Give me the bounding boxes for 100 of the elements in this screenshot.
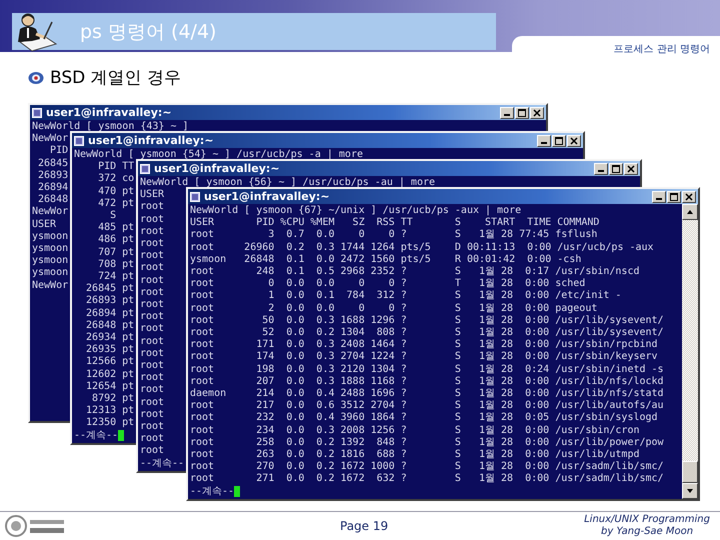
down-arrow-icon <box>686 488 694 494</box>
maximize-button[interactable] <box>667 190 681 202</box>
credit-text: by Yang-Sae Moon <box>601 526 694 538</box>
maximize-icon <box>670 192 678 200</box>
terminal-line: root <box>140 323 164 336</box>
terminal-line: USER <box>32 218 56 231</box>
maximize-button[interactable] <box>609 162 623 174</box>
terminal-line: root <box>140 396 164 409</box>
terminal-line: root 52 0.0 0.2 1304 808 ? S 1월 28 0:00 /usr/lib/sysevent/ <box>190 327 664 339</box>
terminal-line: 26935 pt <box>85 344 134 356</box>
terminal-line: root <box>140 421 164 434</box>
terminal-line: ysmoon <box>32 267 68 280</box>
terminal-line: NewWor <box>32 206 68 219</box>
minimize-icon <box>541 142 547 144</box>
terminal-line: root <box>140 445 164 458</box>
terminal-line: NewWorld [ ysmoon {43} ~ ] <box>32 121 189 134</box>
terminal-line: ysmoon <box>32 243 68 256</box>
minimize-button[interactable] <box>500 106 514 118</box>
more-prompt: --계속-- <box>190 486 234 498</box>
maximize-icon <box>612 164 620 172</box>
more-prompt: --계속-- <box>140 458 184 470</box>
window-title: user1@infravalley:~ <box>88 134 214 147</box>
terminal-line: daemon 214 0.0 0.4 2488 1696 ? S 1월 28 0:00 /usr/lib/nfs/statd <box>190 388 664 400</box>
terminal-line: 26848 <box>37 194 68 206</box>
terminal-line: NewWor <box>32 133 68 146</box>
close-button[interactable] <box>567 134 581 146</box>
terminal-line: 470 pt <box>97 186 134 198</box>
maximize-button[interactable] <box>552 134 566 146</box>
terminal-line: USER PID %CPU %MEM SZ RSS TT S START TIME COMMAND <box>190 217 600 229</box>
credit-text: Linux/UNIX Programming <box>584 514 710 526</box>
scroll-up-button[interactable] <box>682 204 698 220</box>
window-title: user1@infravalley:~ <box>46 106 172 119</box>
terminal-line: 26893 <box>37 170 68 182</box>
terminal-icon <box>140 164 150 174</box>
terminal-line: root 2 0.0 0.0 0 0 ? S 1월 28 0:00 pageout <box>190 302 598 315</box>
terminal-line: root 50 0.0 0.3 1688 1296 ? S 1월 28 0:00 /usr/lib/sysevent/ <box>190 314 664 327</box>
terminal-line: root 270 0.0 0.2 1672 1000 ? S 1월 28 0:00 /usr/sadm/lib/smc/ <box>190 461 664 473</box>
terminal-line: root 26960 0.2 0.3 1744 1264 pts/5 D 00:11:13 0:00 /usr/ucb/ps -aux <box>190 242 654 254</box>
terminal-icon <box>74 136 84 146</box>
bullet-icon <box>28 70 44 84</box>
minimize-icon <box>504 114 510 116</box>
scroll-down-button[interactable] <box>682 483 698 499</box>
terminal-line: root <box>140 336 164 348</box>
terminal-line: root <box>140 433 164 446</box>
terminal-line: 26893 pt <box>85 295 134 308</box>
terminal-line: root <box>140 311 164 324</box>
terminal-line: 26934 pt <box>85 332 134 344</box>
close-button[interactable] <box>682 190 696 202</box>
window-title: user1@infravalley:~ <box>154 162 280 175</box>
close-icon <box>570 136 578 144</box>
terminal-line: root 0 0.0 0.0 0 0 ? T 1월 28 0:00 sched <box>190 278 586 290</box>
terminal-line: USER <box>140 189 164 202</box>
maximize-button[interactable] <box>515 106 529 118</box>
terminal-line: root 171 0.0 0.3 2408 1464 ? S 1월 28 0:00 /usr/sbin/rpcbind <box>190 339 658 351</box>
bullet-text: BSD 계열인 경우 <box>50 67 182 89</box>
terminal-line: root 234 0.0 0.3 2008 1256 ? S 1월 28 0:00 /usr/sbin/cron <box>190 424 640 437</box>
terminal-line: root 271 0.0 0.2 1672 632 ? S 1월 28 0:00 /usr/sadm/lib/smc/ <box>190 473 664 486</box>
terminal-line: NewWorld [ ysmoon {56} ~ ] /usr/ucb/ps -au | more <box>140 177 436 190</box>
terminal-line: 12350 pt <box>85 417 134 430</box>
terminal-line: 26845 pt <box>85 283 134 296</box>
terminal-line: root <box>140 384 164 397</box>
terminal-line: root 217 0.0 0.6 3512 2704 ? S 1월 28 0:00 /usr/lib/autofs/au <box>190 400 664 412</box>
terminal-line: root <box>140 372 164 384</box>
terminal-line: root <box>140 250 164 262</box>
minimize-button[interactable] <box>594 162 608 174</box>
terminal-line: root 232 0.0 0.4 3960 1864 ? S 1월 28 0:05 /usr/sbin/syslogd <box>190 412 658 425</box>
terminal-line: root 207 0.0 0.3 1888 1168 ? S 1월 28 0:00 /usr/lib/nfs/lockd <box>190 376 664 388</box>
terminal-line: root 248 0.1 0.5 2968 2352 ? S 1월 28 0:17 /usr/sbin/nscd <box>190 266 640 278</box>
terminal-line: root <box>140 226 164 238</box>
terminal-line: 26845 <box>37 158 68 170</box>
terminal-line: root 258 0.0 0.2 1392 848 ? S 1월 28 0:00 /usr/lib/power/pow <box>190 436 664 449</box>
close-button[interactable] <box>530 106 544 118</box>
maximize-icon <box>518 108 526 116</box>
minimize-button[interactable] <box>537 134 551 146</box>
close-icon <box>533 108 541 116</box>
close-button[interactable] <box>624 162 638 174</box>
terminal-line: root <box>140 299 164 312</box>
scroll-thumb[interactable] <box>682 461 698 483</box>
terminal-icon <box>190 192 200 202</box>
minimize-icon <box>656 198 662 200</box>
terminal-icon <box>32 108 42 118</box>
terminal-line: root <box>140 408 164 422</box>
terminal-line: 12313 pt <box>85 405 134 418</box>
terminal-line: 26848 pt <box>85 320 134 332</box>
terminal-line: 26894 pt <box>85 308 134 320</box>
minimize-button[interactable] <box>652 190 666 202</box>
page-number: Page 19 <box>340 519 388 533</box>
terminal-line: root 263 0.0 0.2 1816 688 ? S 1월 28 0:00 /usr/lib/utmpd <box>190 449 640 461</box>
terminal-line: root <box>140 214 164 226</box>
section-label: 프로세스 관리 명령어 <box>614 43 710 56</box>
terminal-line: ysmoon <box>32 255 68 268</box>
terminal-line: ysmoon 26848 0.1 0.0 2472 1560 pts/5 R 00:01:42 0:00 -csh <box>190 254 582 266</box>
terminal-line: 12566 pt <box>85 356 134 369</box>
terminal-line: root <box>140 348 164 360</box>
terminal-line: 708 pt <box>97 258 134 272</box>
terminal-line: root <box>140 360 164 372</box>
terminal-line: 12654 pt <box>85 380 134 394</box>
terminal-line: NewWorld [ ysmoon {67} ~/unix ] /usr/ucb/ps -aux | more <box>190 205 522 218</box>
terminal-line: root 1 0.0 0.1 784 312 ? S 1월 28 0:00 /etc/init - <box>190 290 622 303</box>
terminal-line: root <box>140 274 164 287</box>
